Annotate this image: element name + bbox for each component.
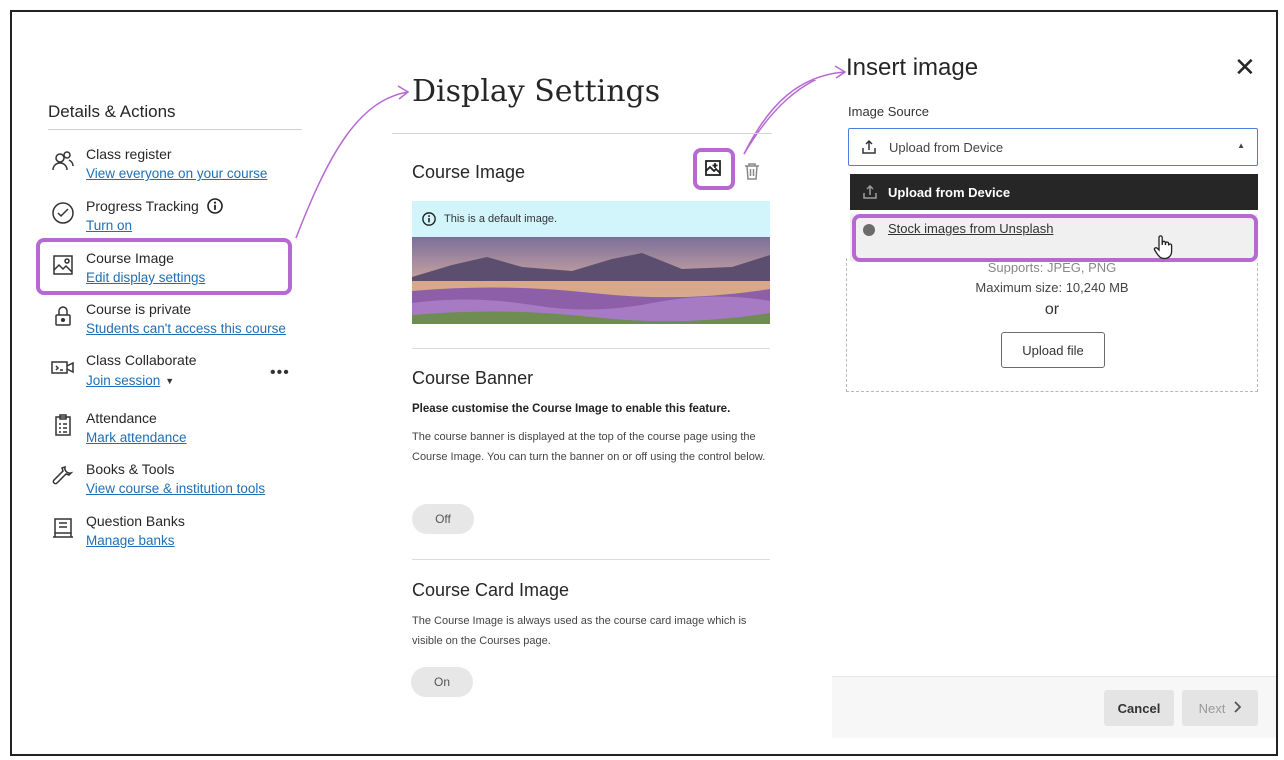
item-label: Question Banks bbox=[86, 513, 185, 529]
view-everyone-link[interactable]: View everyone on your course bbox=[86, 166, 267, 181]
attendance-item: Attendance Mark attendance bbox=[48, 410, 308, 454]
item-label: Progress Tracking bbox=[86, 198, 223, 214]
mark-attendance-link[interactable]: Mark attendance bbox=[86, 430, 187, 445]
item-label: Attendance bbox=[86, 410, 157, 426]
supports-text: Supports: JPEG, PNG bbox=[987, 260, 1117, 274]
banner-description: The course banner is displayed at the to… bbox=[412, 431, 766, 463]
item-label: Class Collaborate bbox=[86, 352, 197, 368]
clipboard-icon bbox=[50, 412, 76, 438]
turn-on-link[interactable]: Turn on bbox=[86, 218, 132, 233]
max-size-text: Maximum size: 10,240 MB bbox=[975, 280, 1129, 295]
item-label: Books & Tools bbox=[86, 461, 175, 477]
course-image-title: Course Image bbox=[412, 162, 526, 182]
join-session-dropdown[interactable]: Join session ▼ bbox=[86, 372, 174, 390]
course-image-preview bbox=[412, 237, 770, 324]
default-image-text: This is a default image. bbox=[444, 213, 558, 225]
next-button[interactable]: Next bbox=[1182, 690, 1258, 726]
divider bbox=[412, 348, 770, 349]
question-bank-icon bbox=[50, 515, 76, 541]
course-image-item: Course Image Edit display settings bbox=[48, 250, 308, 294]
video-icon bbox=[50, 354, 76, 380]
highlight-box bbox=[852, 214, 1258, 262]
image-icon bbox=[50, 252, 76, 278]
chevron-down-icon: ▼ bbox=[165, 376, 175, 386]
card-description: The Course Image is always used as the c… bbox=[412, 615, 747, 647]
lock-icon bbox=[50, 303, 76, 329]
question-banks-item: Question Banks Manage banks bbox=[48, 513, 308, 557]
trash-icon[interactable] bbox=[740, 158, 764, 184]
chevron-right-icon bbox=[1233, 700, 1242, 716]
close-icon[interactable]: ✕ bbox=[1234, 52, 1256, 83]
course-card-title: Course Card Image bbox=[412, 580, 570, 600]
item-label: Class register bbox=[86, 146, 172, 162]
display-settings-title: Display Settings bbox=[412, 74, 661, 109]
banner-toggle[interactable]: Off bbox=[412, 504, 474, 534]
caret-up-icon: ▲ bbox=[1237, 141, 1245, 150]
file-drop-zone[interactable] bbox=[846, 258, 1258, 392]
books-tools-item: Books & Tools View course & institution … bbox=[48, 461, 308, 505]
divider bbox=[392, 133, 772, 134]
cancel-button[interactable]: Cancel bbox=[1104, 690, 1174, 726]
change-image-icon[interactable] bbox=[699, 154, 727, 182]
course-private-item: Course is private Students can't access … bbox=[48, 301, 308, 345]
students-access-link[interactable]: Students can't access this course bbox=[86, 321, 286, 336]
class-collaborate-item: Class Collaborate Join session ▼ bbox=[48, 352, 308, 396]
users-icon bbox=[50, 148, 76, 174]
connector-arrow-2 bbox=[743, 65, 847, 155]
join-session-link[interactable]: Join session bbox=[86, 373, 160, 388]
card-toggle[interactable]: On bbox=[411, 667, 473, 697]
or-text: or bbox=[1044, 301, 1060, 318]
item-label: Course is private bbox=[86, 301, 192, 317]
divider bbox=[48, 129, 302, 130]
check-circle-icon bbox=[50, 200, 76, 226]
info-icon[interactable] bbox=[206, 198, 223, 214]
course-banner-title: Course Banner bbox=[412, 368, 534, 388]
divider bbox=[412, 559, 770, 560]
view-tools-link[interactable]: View course & institution tools bbox=[86, 481, 265, 496]
hand-cursor-icon bbox=[1152, 234, 1174, 265]
option-label: Upload from Device bbox=[888, 185, 1011, 200]
option-upload-device[interactable]: Upload from Device bbox=[850, 174, 1258, 210]
image-source-select[interactable]: Upload from Device ▲ bbox=[848, 128, 1258, 166]
more-options-icon[interactable]: ••• bbox=[270, 364, 290, 382]
selected-value: Upload from Device bbox=[889, 140, 1004, 155]
edit-display-settings-link[interactable]: Edit display settings bbox=[86, 270, 205, 285]
next-label: Next bbox=[1198, 700, 1226, 716]
image-source-label: Image Source bbox=[848, 104, 929, 119]
insert-image-title: Insert image bbox=[846, 54, 979, 81]
class-register-item: Class register View everyone on your cou… bbox=[48, 146, 308, 190]
manage-banks-link[interactable]: Manage banks bbox=[86, 533, 175, 548]
upload-icon bbox=[862, 184, 878, 203]
details-actions-title: Details & Actions bbox=[48, 102, 176, 121]
banner-note: Please customise the Course Image to ena… bbox=[412, 403, 731, 415]
upload-icon bbox=[861, 139, 877, 160]
progress-tracking-item: Progress Tracking Turn on bbox=[48, 198, 308, 242]
info-icon bbox=[422, 212, 436, 226]
upload-file-button[interactable]: Upload file bbox=[1001, 332, 1105, 368]
item-label: Course Image bbox=[86, 250, 174, 266]
wrench-icon bbox=[50, 463, 76, 489]
default-image-notice: This is a default image. bbox=[412, 201, 770, 237]
